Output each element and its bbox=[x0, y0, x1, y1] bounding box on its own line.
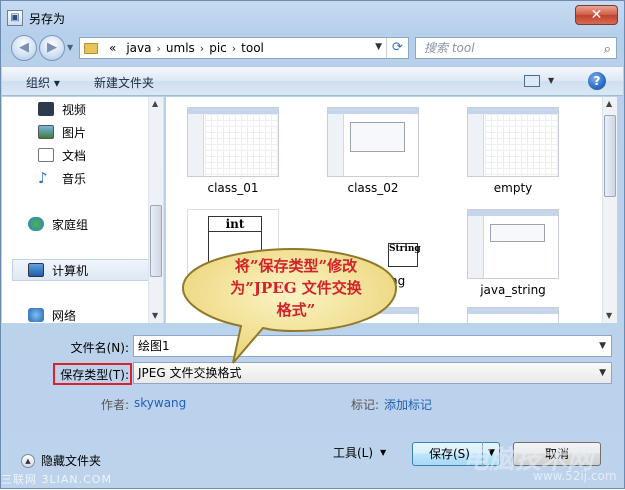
sidebar-item-label: 音乐 bbox=[62, 171, 87, 186]
sidebar-item-documents[interactable]: 文档 bbox=[38, 145, 86, 165]
organize-menu[interactable]: 组织 ▾ bbox=[26, 74, 60, 91]
filetype-label: 保存类型(T): bbox=[60, 368, 129, 382]
file-item[interactable]: class_02 bbox=[318, 107, 428, 195]
scroll-up-icon[interactable]: ▲ bbox=[606, 99, 612, 108]
sidebar-item-music[interactable]: ♪ 音乐 bbox=[38, 168, 86, 188]
filetype-value: JPEG 文件交换格式 bbox=[138, 366, 242, 380]
history-dropdown-icon[interactable]: ▼ bbox=[67, 43, 73, 52]
file-name: java_string bbox=[480, 283, 546, 297]
breadcrumb-java[interactable]: java bbox=[126, 41, 151, 55]
search-input[interactable]: 搜索 tool ⌕ bbox=[415, 37, 617, 59]
video-icon bbox=[38, 102, 54, 116]
file-thumbnail bbox=[467, 107, 559, 177]
breadcrumb-umls[interactable]: umls bbox=[166, 41, 195, 55]
sidebar-item-label: 文档 bbox=[62, 148, 87, 163]
scroll-thumb[interactable] bbox=[150, 205, 162, 277]
scroll-thumb[interactable] bbox=[604, 115, 616, 197]
view-icon[interactable] bbox=[524, 75, 540, 87]
back-button[interactable]: ◀ bbox=[11, 35, 37, 61]
hide-folders-button[interactable]: ▲ 隐藏文件夹 bbox=[21, 452, 101, 469]
file-name: class_01 bbox=[207, 181, 259, 195]
homegroup-icon bbox=[28, 217, 44, 231]
scroll-up-icon[interactable]: ▲ bbox=[152, 99, 158, 108]
app-icon: ▣ bbox=[7, 10, 23, 26]
sidebar-item-label: 视频 bbox=[62, 102, 87, 117]
scroll-down-icon[interactable]: ▼ bbox=[152, 311, 158, 320]
pictures-icon bbox=[38, 125, 54, 139]
save-as-dialog: ▣ 另存为 ✕ ◀ ▶ ▼ « java › umls › pic › tool… bbox=[0, 0, 625, 489]
title-bar: ▣ 另存为 bbox=[7, 7, 65, 29]
tools-menu[interactable]: 工具(L) bbox=[333, 442, 377, 466]
refresh-icon[interactable]: ⟳ bbox=[386, 38, 408, 58]
sidebar-item-network[interactable]: 网络 bbox=[28, 305, 76, 325]
file-item[interactable]: empty bbox=[458, 107, 568, 195]
navigation-pane: 视频 图片 文档 ♪ 音乐 家庭组 计算机 网络 ▲ ▼ bbox=[2, 97, 164, 323]
address-bar[interactable]: « java › umls › pic › tool ▼ ⟳ bbox=[79, 37, 409, 59]
author-label: 作者: bbox=[101, 398, 130, 412]
breadcrumb-separator[interactable]: › bbox=[157, 42, 161, 55]
forward-arrow-icon: ▶ bbox=[47, 40, 57, 55]
new-folder-button[interactable]: 新建文件夹 bbox=[94, 74, 154, 91]
computer-icon bbox=[28, 263, 44, 277]
sidebar-item-label: 图片 bbox=[62, 125, 87, 140]
folder-icon bbox=[84, 42, 98, 54]
tags-value[interactable]: 添加标记 bbox=[384, 396, 432, 413]
forward-button[interactable]: ▶ bbox=[39, 35, 65, 61]
file-item[interactable]: class_01 bbox=[178, 107, 288, 195]
breadcrumb-overflow[interactable]: « bbox=[109, 41, 116, 55]
tags-label: 标记: bbox=[351, 398, 380, 412]
address-dropdown-icon[interactable]: ▼ bbox=[375, 42, 382, 52]
hide-folders-label: 隐藏文件夹 bbox=[41, 454, 102, 468]
tools-dropdown-icon[interactable]: ▼ bbox=[380, 448, 386, 457]
help-icon[interactable]: ? bbox=[588, 72, 606, 90]
file-item[interactable]: java_string bbox=[458, 209, 568, 297]
chevron-down-icon[interactable]: ▼ bbox=[599, 363, 606, 383]
chevron-up-icon: ▲ bbox=[21, 453, 35, 468]
watermark-left: 三联网 3LIAN.COM bbox=[1, 473, 112, 486]
search-icon[interactable]: ⌕ bbox=[604, 40, 611, 60]
back-arrow-icon: ◀ bbox=[19, 40, 29, 55]
breadcrumb-pic[interactable]: pic bbox=[209, 41, 227, 55]
file-item[interactable] bbox=[458, 307, 568, 323]
file-scrollbar[interactable]: ▲ ▼ bbox=[602, 97, 617, 323]
filename-value: 绘图1 bbox=[138, 339, 170, 353]
callout-text: 将”保存类型”修改 为”JPEG 文件交换 格式” bbox=[230, 257, 362, 319]
author-value[interactable]: skywang bbox=[134, 396, 186, 410]
sidebar-item-pictures[interactable]: 图片 bbox=[38, 122, 86, 142]
watermark-small: www.52ij.com bbox=[533, 469, 617, 483]
breadcrumb-separator[interactable]: › bbox=[200, 42, 204, 55]
filename-field[interactable]: 绘图1 ▼ bbox=[133, 335, 612, 357]
network-icon bbox=[28, 308, 44, 322]
file-thumbnail bbox=[467, 209, 559, 279]
sidebar-item-video[interactable]: 视频 bbox=[38, 99, 86, 119]
command-toolbar: 组织 ▾ 新建文件夹 ▼ ? bbox=[2, 66, 623, 96]
breadcrumb-tool[interactable]: tool bbox=[241, 41, 264, 55]
nav-scrollbar[interactable]: ▲ ▼ bbox=[148, 97, 163, 323]
scroll-down-icon[interactable]: ▼ bbox=[606, 311, 612, 320]
breadcrumb-separator[interactable]: › bbox=[232, 42, 236, 55]
file-thumbnail bbox=[187, 107, 279, 177]
sidebar-item-label: 家庭组 bbox=[52, 217, 89, 232]
window-title: 另存为 bbox=[29, 11, 66, 26]
chevron-down-icon[interactable]: ▼ bbox=[599, 336, 606, 356]
file-name: empty bbox=[493, 181, 533, 195]
documents-icon bbox=[38, 148, 54, 162]
filename-label: 文件名(N): bbox=[70, 341, 129, 355]
file-thumbnail bbox=[467, 307, 559, 323]
file-name: class_02 bbox=[347, 181, 399, 195]
file-thumbnail bbox=[327, 107, 419, 177]
music-icon: ♪ bbox=[38, 169, 48, 187]
view-dropdown-icon[interactable]: ▼ bbox=[548, 76, 554, 85]
close-button[interactable]: ✕ bbox=[575, 5, 618, 25]
sidebar-item-computer[interactable]: 计算机 bbox=[28, 260, 88, 280]
search-placeholder: 搜索 tool bbox=[424, 41, 475, 55]
sidebar-item-homegroup[interactable]: 家庭组 bbox=[28, 214, 88, 234]
sidebar-item-label: 网络 bbox=[52, 308, 77, 323]
sidebar-item-label: 计算机 bbox=[52, 263, 89, 278]
filetype-select[interactable]: JPEG 文件交换格式 ▼ bbox=[133, 362, 612, 384]
